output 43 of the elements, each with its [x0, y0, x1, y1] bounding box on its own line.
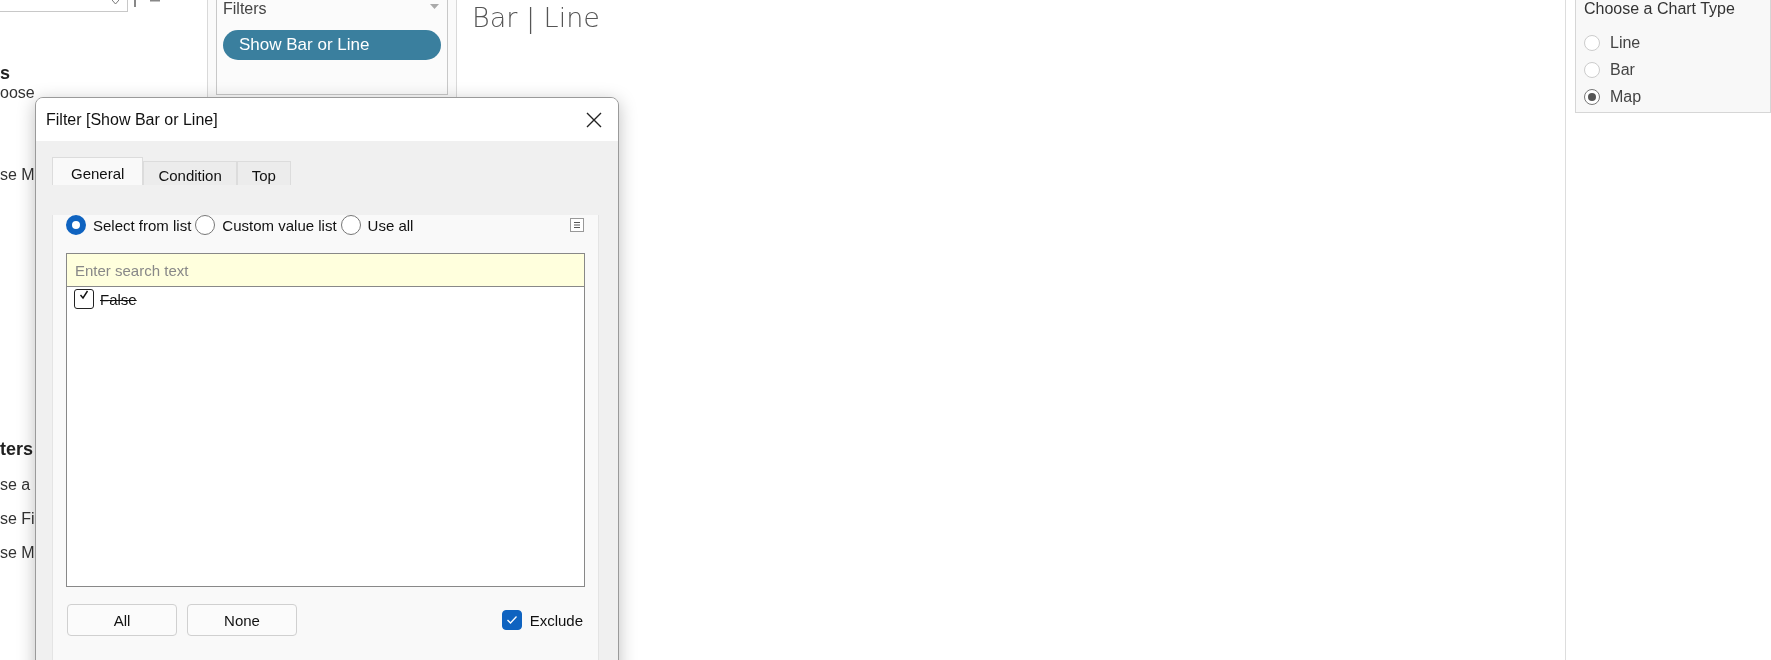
- option-label: Use all: [367, 216, 414, 234]
- field-box[interactable]: [0, 0, 128, 12]
- option-label: Select from list: [93, 216, 192, 234]
- option-label: Line: [1610, 33, 1641, 52]
- search-field[interactable]: Enter search text: [67, 254, 584, 287]
- section-heading: ters: [0, 439, 35, 460]
- check-icon: [505, 615, 518, 625]
- shelf-title: Filters: [223, 0, 267, 18]
- parameter-title: Choose a Chart Type: [1584, 0, 1735, 18]
- tab[interactable]: General: [52, 157, 144, 185]
- tab[interactable]: Top: [236, 161, 291, 185]
- section-heading: s: [0, 63, 11, 84]
- radio-button[interactable]: [66, 215, 86, 235]
- option-label: Bar: [1610, 60, 1635, 79]
- drag-handle-icon[interactable]: [134, 0, 136, 7]
- checkbox-label: Exclude: [529, 611, 583, 629]
- menu-icon[interactable]: [570, 218, 584, 232]
- radio-option[interactable]: Custom value list: [195, 215, 337, 235]
- tab[interactable]: Condition: [143, 161, 237, 185]
- value-item[interactable]: False: [67, 287, 584, 311]
- radio-button[interactable]: [340, 215, 361, 235]
- caret-icon[interactable]: [430, 4, 439, 9]
- check-icon: [79, 290, 89, 300]
- exclude-option[interactable]: Exclude: [501, 610, 583, 630]
- value-label: False: [100, 290, 137, 308]
- option-label: Map: [1610, 87, 1642, 106]
- select-button[interactable]: All: [67, 604, 177, 636]
- more-icon[interactable]: [150, 0, 160, 3]
- radio-option[interactable]: Select from list: [66, 215, 192, 235]
- radio-button[interactable]: [195, 215, 216, 235]
- radio-option[interactable]: Use all: [340, 215, 414, 235]
- dialog-title: Filter [Show Bar or Line]: [46, 110, 218, 129]
- dropdown-icon[interactable]: [112, 0, 119, 5]
- radio-option[interactable]: Map: [1584, 83, 1642, 110]
- radio-button[interactable]: [1584, 88, 1600, 105]
- checkbox[interactable]: [501, 610, 522, 630]
- radio-option[interactable]: Line: [1584, 29, 1641, 56]
- select-button[interactable]: None: [187, 604, 297, 636]
- sheet-title: Bar | Line: [472, 2, 600, 33]
- filter-pill[interactable]: Show Bar or Line: [223, 30, 441, 60]
- radio-option[interactable]: Bar: [1584, 56, 1635, 83]
- checkbox[interactable]: [74, 289, 94, 309]
- option-label: Custom value list: [222, 216, 337, 234]
